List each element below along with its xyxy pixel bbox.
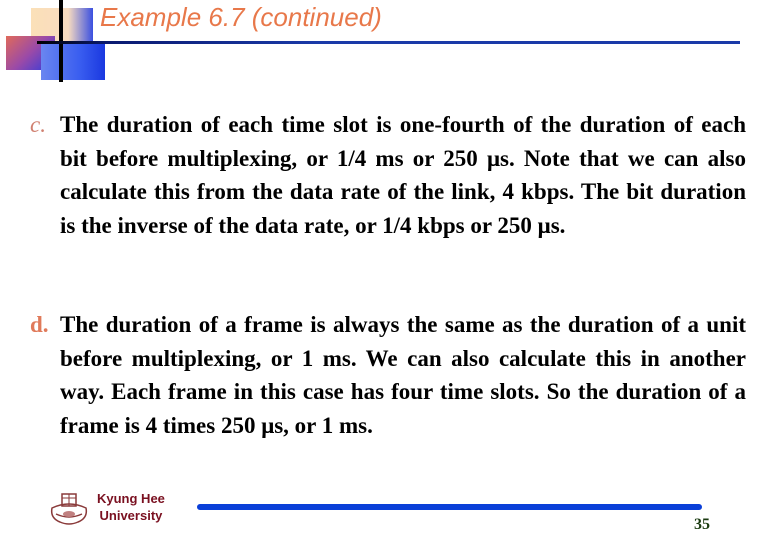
university-name-line2: University xyxy=(99,508,163,523)
list-marker: d. xyxy=(30,312,49,337)
university-name: Kyung Hee University xyxy=(97,490,165,524)
list-item-text: The duration of each time slot is one-fo… xyxy=(60,112,746,238)
slide-title: Example 6.7 (continued) xyxy=(100,2,382,32)
page-number: 35 xyxy=(694,516,710,533)
list-item-d: d. The duration of a frame is always the… xyxy=(30,308,746,442)
footer-accent-bar xyxy=(197,504,702,510)
decorative-square-blue xyxy=(41,42,105,80)
university-crest-icon xyxy=(50,493,88,525)
list-item-c: c. The duration of each time slot is one… xyxy=(30,108,746,242)
title-underline xyxy=(37,41,740,44)
list-marker: c. xyxy=(30,112,46,137)
university-name-line1: Kyung Hee xyxy=(97,491,165,506)
list-item-text: The duration of a frame is always the sa… xyxy=(60,312,746,438)
